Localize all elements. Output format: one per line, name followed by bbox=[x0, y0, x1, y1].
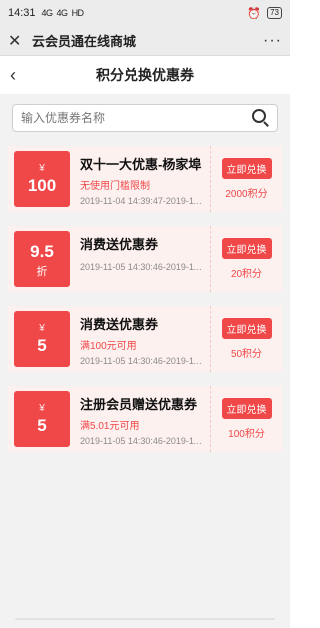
coupon-card: 9.5 折 消费送优惠券 2019-11-05 14:30:46-2019-11… bbox=[8, 226, 282, 292]
network-indicator: HD bbox=[71, 8, 85, 18]
redeem-button[interactable]: 立即兑换 bbox=[221, 318, 272, 339]
coupon-name: 双十一大优惠-杨家埠 bbox=[80, 157, 202, 172]
signal-icon: 4G bbox=[41, 8, 54, 18]
home-indicator bbox=[0, 618, 290, 624]
nav-bar: ‹ 积分兑换优惠券 bbox=[0, 56, 290, 94]
coupon-value: 5 bbox=[37, 335, 47, 355]
coupon-value-badge: ¥ 5 bbox=[14, 391, 70, 447]
coupon-card: ¥ 5 注册会员赠送优惠券 满5.01元可用 2019-11-05 14:30:… bbox=[8, 386, 282, 452]
status-right: ⏰ 73 bbox=[247, 7, 282, 20]
coupon-card: ¥ 5 消费送优惠券 满100元可用 2019-11-05 14:30:46-2… bbox=[8, 306, 282, 372]
coupon-name: 注册会员赠送优惠券 bbox=[80, 397, 198, 412]
currency-symbol: ¥ bbox=[39, 162, 45, 174]
coupon-condition: 满100元可用 bbox=[80, 341, 137, 352]
coupon-value-badge: ¥ 5 bbox=[14, 311, 70, 367]
coupon-value: 100 bbox=[27, 175, 57, 195]
coupon-value-badge: ¥ 100 bbox=[14, 151, 70, 207]
coupon-date: 2019-11-05 14:30:46-2019-11-0... bbox=[80, 262, 204, 272]
signal-icon-2: 4G bbox=[56, 8, 69, 18]
coupon-card: ¥ 100 双十一大优惠-杨家埠 无使用门槛限制 2019-11-04 14:3… bbox=[8, 146, 282, 212]
status-time: 14:31 bbox=[8, 7, 36, 19]
coupon-value-badge: 9.5 折 bbox=[14, 231, 70, 287]
search-bar bbox=[0, 94, 290, 138]
coupon-points: 20积分 bbox=[230, 269, 263, 280]
coupon-name: 消费送优惠券 bbox=[80, 317, 159, 332]
search-icon[interactable] bbox=[251, 108, 271, 128]
discount-unit: 折 bbox=[36, 265, 48, 278]
page-title: 积分兑换优惠券 bbox=[96, 67, 194, 83]
redeem-button[interactable]: 立即兑换 bbox=[221, 158, 272, 179]
coupon-value: 9.5 bbox=[30, 241, 54, 261]
redeem-button[interactable]: 立即兑换 bbox=[221, 398, 272, 419]
coupon-date: 2019-11-04 14:39:47-2019-11-0... bbox=[80, 196, 204, 206]
coupon-name: 消费送优惠券 bbox=[80, 237, 159, 252]
battery-icon: 73 bbox=[267, 7, 282, 19]
app-title: 云会员通在线商城 bbox=[32, 34, 137, 49]
coupon-value: 5 bbox=[37, 415, 47, 435]
back-icon[interactable]: ‹ bbox=[10, 65, 16, 86]
coupon-condition: 满5.01元可用 bbox=[80, 421, 140, 432]
status-bar: 14:31 4G 4G HD ⏰ 73 bbox=[0, 0, 290, 26]
currency-symbol: ¥ bbox=[39, 322, 45, 334]
coupon-date: 2019-11-05 14:30:46-2019-11-1... bbox=[80, 436, 204, 446]
search-box bbox=[12, 104, 278, 132]
coupon-date: 2019-11-05 14:30:46-2019-11-0... bbox=[80, 356, 204, 366]
coupon-list: ¥ 100 双十一大优惠-杨家埠 无使用门槛限制 2019-11-04 14:3… bbox=[0, 146, 290, 452]
redeem-button[interactable]: 立即兑换 bbox=[221, 238, 272, 259]
coupon-condition: 无使用门槛限制 bbox=[80, 181, 150, 192]
alarm-icon: ⏰ bbox=[247, 7, 262, 20]
title-bar: ✕ 云会员通在线商城 ··· bbox=[0, 26, 290, 56]
coupon-points: 100积分 bbox=[228, 429, 265, 440]
close-icon[interactable]: ✕ bbox=[8, 31, 26, 51]
currency-symbol: ¥ bbox=[39, 402, 45, 414]
more-options-icon[interactable]: ··· bbox=[263, 32, 282, 50]
search-input[interactable] bbox=[21, 111, 251, 125]
coupon-points: 50积分 bbox=[230, 349, 263, 360]
content-area: ¥ 100 双十一大优惠-杨家埠 无使用门槛限制 2019-11-04 14:3… bbox=[0, 94, 290, 628]
coupon-points: 2000积分 bbox=[225, 189, 268, 200]
